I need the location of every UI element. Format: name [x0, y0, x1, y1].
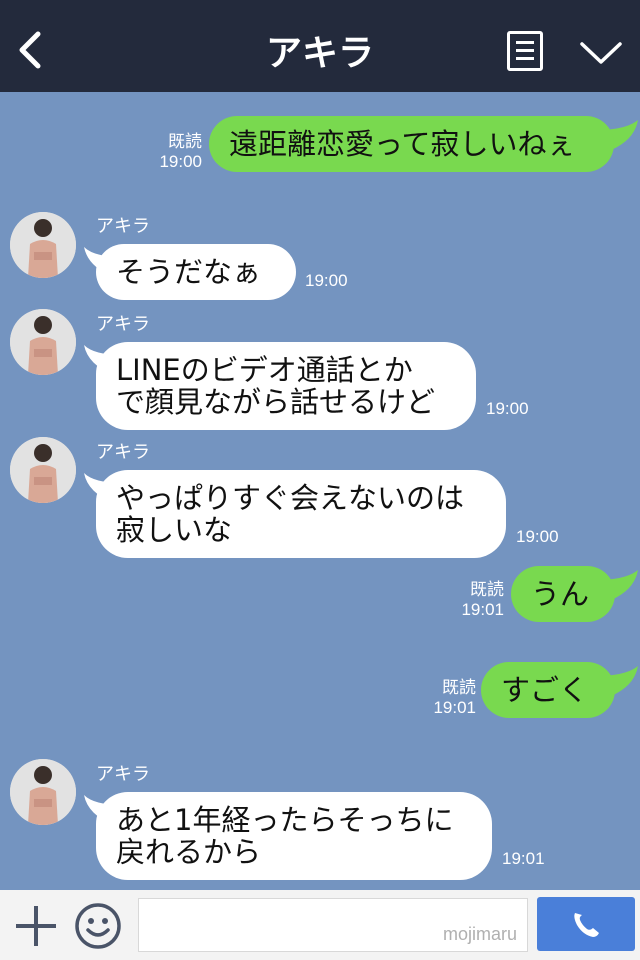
- avatar[interactable]: [10, 759, 76, 825]
- read-receipt: 既読 19:01: [461, 580, 504, 619]
- message-text: そうだなぁ: [116, 255, 262, 289]
- watermark: mojimaru: [442, 924, 517, 944]
- list-menu-icon[interactable]: [507, 31, 543, 71]
- chat-header: アキラ: [0, 0, 640, 92]
- sender-name: アキラ: [96, 764, 150, 785]
- plus-icon[interactable]: [14, 904, 58, 948]
- message-text-line: で顔見ながら話せるけど: [116, 385, 436, 419]
- message-list[interactable]: 既読 19:00 遠距離恋愛って寂しいねぇ アキラ そうだなぁ 19:00 アキラ: [0, 92, 640, 890]
- sender-name: アキラ: [96, 442, 150, 463]
- message-text-line: あと1年経ったらそっちに: [116, 803, 454, 837]
- message-text-line: やっぱりすぐ会えないのは: [116, 481, 465, 515]
- chevron-down-icon[interactable]: [578, 36, 624, 68]
- message-bubble-sent[interactable]: 遠距離恋愛って寂しいねぇ: [209, 116, 614, 172]
- message-bubble-received[interactable]: LINEのビデオ通話とか で顔見ながら話せるけど: [96, 342, 476, 430]
- phone-icon: [574, 913, 599, 937]
- smiley-icon[interactable]: [74, 902, 122, 950]
- input-bar: mojimaru: [0, 890, 640, 960]
- message-bubble-sent[interactable]: うん: [511, 566, 615, 622]
- message-input[interactable]: mojimaru: [138, 898, 528, 952]
- message-text-line: 戻れるから: [116, 835, 262, 869]
- timestamp: 19:00: [516, 527, 559, 546]
- page-title: アキラ: [265, 33, 374, 74]
- sender-name: アキラ: [96, 216, 150, 237]
- timestamp: 19:01: [502, 849, 545, 868]
- message-text: うん: [531, 577, 590, 611]
- message-text: 遠距離恋愛って寂しいねぇ: [229, 127, 576, 161]
- sender-name: アキラ: [96, 314, 150, 335]
- avatar[interactable]: [10, 212, 76, 278]
- read-receipt: 既読 19:01: [433, 678, 476, 717]
- message-text-line: 寂しいな: [116, 513, 233, 547]
- timestamp: 19:00: [486, 399, 529, 418]
- message-text-line: LINEのビデオ通話とか: [116, 353, 413, 387]
- timestamp: 19:00: [305, 271, 348, 290]
- read-receipt: 既読 19:00: [159, 132, 202, 171]
- avatar[interactable]: [10, 437, 76, 503]
- message-text: すごく: [501, 673, 589, 707]
- message-bubble-received[interactable]: やっぱりすぐ会えないのは 寂しいな: [96, 470, 506, 558]
- message-bubble-received[interactable]: そうだなぁ: [96, 244, 296, 300]
- message-bubble-received[interactable]: あと1年経ったらそっちに 戻れるから: [96, 792, 492, 880]
- avatar[interactable]: [10, 309, 76, 375]
- call-button[interactable]: [537, 897, 635, 951]
- message-bubble-sent[interactable]: すごく: [481, 662, 615, 718]
